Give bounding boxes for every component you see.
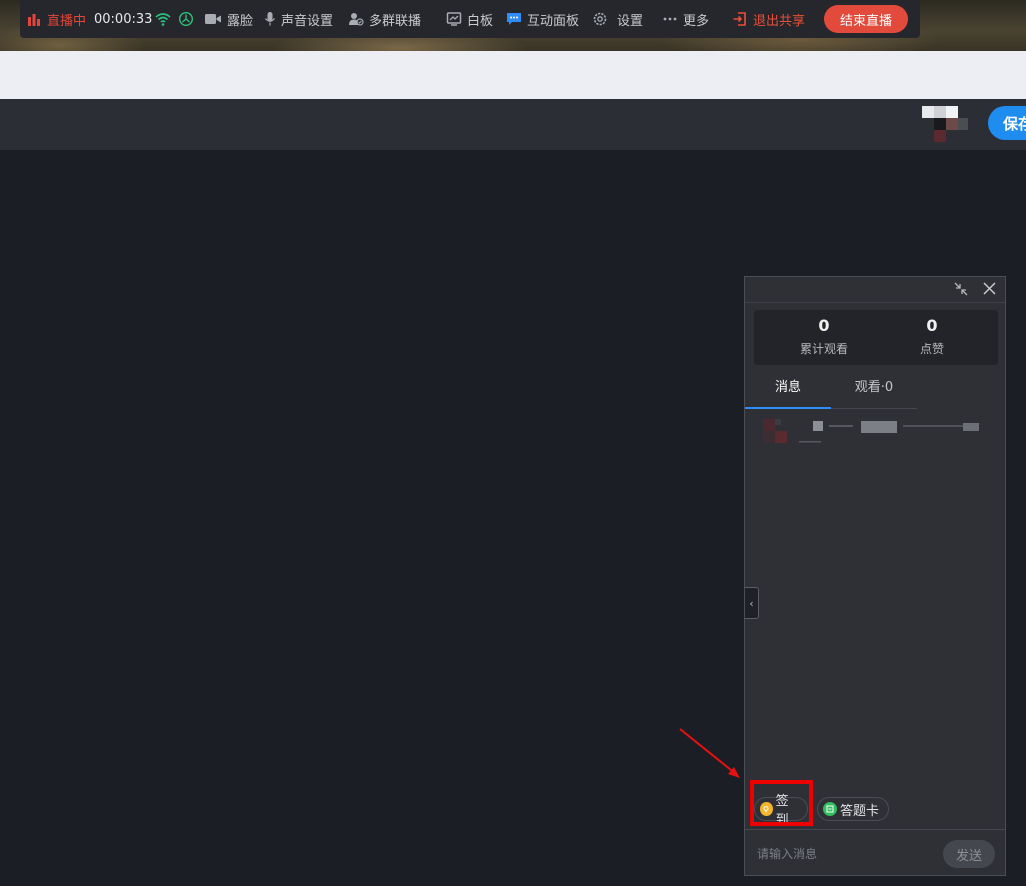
timer-text: 00:00:33 — [94, 11, 153, 27]
tab-messages[interactable]: 消息 — [745, 369, 831, 409]
mic-icon — [264, 12, 276, 26]
panel-tabs: 消息 观看·0 — [745, 369, 1007, 409]
message-input-area: 发送 — [745, 829, 1005, 876]
message-input[interactable] — [755, 840, 939, 868]
gear-icon — [593, 12, 607, 26]
stat-likes-label: 点赞 — [919, 342, 944, 356]
send-button[interactable]: 发送 — [943, 840, 995, 868]
avatar[interactable] — [920, 106, 970, 144]
users-icon — [349, 13, 364, 26]
multigroup-label: 多群联播 — [369, 13, 422, 29]
stat-likes: 0 点赞 — [882, 316, 982, 357]
answer-card-button[interactable]: 答题卡 — [817, 797, 889, 821]
end-live-button[interactable]: 结束直播 — [824, 5, 908, 33]
cpu-status[interactable] — [178, 0, 199, 38]
exit-icon — [733, 12, 746, 26]
whiteboard-button[interactable]: 白板 — [446, 0, 493, 38]
interactive-label: 互动面板 — [527, 13, 580, 29]
exit-share-label: 退出共享 — [753, 13, 806, 29]
stats-card: 0 累计观看 0 点赞 — [754, 310, 998, 365]
close-icon[interactable] — [981, 280, 998, 297]
timer: 00:00:33 — [94, 0, 152, 38]
chevron-left-icon: ‹ — [749, 596, 754, 610]
audio-settings[interactable]: 声音设置 — [264, 0, 333, 38]
interactive-panel-button[interactable]: 互动面板 — [506, 0, 579, 38]
panel-header — [745, 277, 1005, 303]
live-status: 直播中 — [26, 0, 86, 38]
multigroup-broadcast[interactable]: 多群联播 — [348, 0, 421, 38]
save-button[interactable]: 保存 — [988, 106, 1026, 140]
settings-label: 设置 — [617, 13, 644, 29]
face-label: 露脸 — [227, 13, 254, 29]
chat-panel-icon — [507, 13, 521, 25]
dark-header-bar — [0, 99, 1026, 150]
camera-icon — [205, 14, 221, 24]
more-dots-icon — [663, 17, 677, 21]
whiteboard-icon — [446, 12, 462, 26]
red-arrow — [679, 728, 740, 778]
list-item — [763, 419, 979, 443]
side-collapse-handle[interactable]: ‹ — [745, 587, 759, 619]
stat-views-label: 累计观看 — [799, 342, 848, 356]
stat-views: 0 累计观看 — [774, 316, 874, 357]
audio-label: 声音设置 — [281, 13, 334, 29]
whiteboard-label: 白板 — [467, 13, 494, 29]
stat-views-value: 0 — [818, 316, 830, 335]
live-bars-icon — [28, 14, 40, 26]
collapse-icon[interactable] — [953, 281, 969, 297]
signin-highlight-box — [750, 780, 813, 826]
network-status[interactable] — [155, 0, 176, 38]
more-button[interactable]: 更多 — [662, 0, 709, 38]
exit-share-button[interactable]: 退出共享 — [732, 0, 805, 38]
stat-likes-value: 0 — [926, 316, 938, 335]
interaction-panel: 0 累计观看 0 点赞 消息 观看·0 ‹ 签到 答题卡 请输入消息 发送 — [744, 276, 1006, 876]
tab-viewers[interactable]: 观看·0 — [831, 369, 917, 409]
live-toolbar: 直播中 00:00:33 露脸 声音设置 多群联播 白板 互动面板 设置 更多 … — [20, 0, 920, 38]
more-label: 更多 — [683, 13, 710, 29]
settings-button[interactable]: 设置 — [592, 0, 643, 38]
face-toggle[interactable]: 露脸 — [204, 0, 253, 38]
light-header-bar — [0, 51, 1026, 99]
wifi-icon — [155, 13, 171, 26]
live-label: 直播中 — [47, 13, 87, 29]
answer-card-label: 答题卡 — [840, 803, 880, 819]
cpu-gauge-icon — [178, 11, 194, 27]
answer-card-icon — [823, 802, 837, 816]
